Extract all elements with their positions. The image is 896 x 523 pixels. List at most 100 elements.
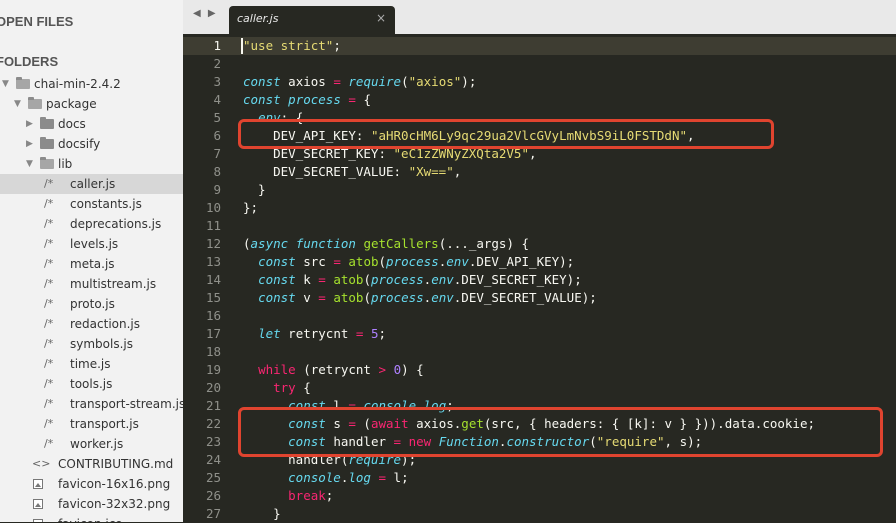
sidebar-item[interactable]: /* levels.js <box>0 234 183 254</box>
chevron-right-icon[interactable]: ▶ <box>26 114 33 134</box>
sidebar-item[interactable]: /* multistream.js <box>0 274 183 294</box>
js-file-icon: /* <box>44 297 54 310</box>
line-number: 22 <box>205 416 221 431</box>
line-number: 7 <box>213 146 221 161</box>
code-line[interactable]: "use strict"; <box>243 37 341 55</box>
tab-nav-arrows-icon[interactable]: ◀ ▶ <box>193 8 218 19</box>
sidebar-item[interactable]: ▼ package <box>0 94 183 114</box>
line-number: 12 <box>205 236 221 251</box>
code-line[interactable]: const axios = require("axios"); <box>243 73 476 91</box>
code-line[interactable]: } <box>243 181 266 199</box>
sidebar-item[interactable]: ▼ lib <box>0 154 183 174</box>
line-number: 18 <box>205 344 221 359</box>
sidebar-item[interactable]: /* proto.js <box>0 294 183 314</box>
line-number: 21 <box>205 398 221 413</box>
sidebar-item[interactable]: /* caller.js <box>0 174 183 194</box>
line-number: 25 <box>205 470 221 485</box>
sidebar-item-label: transport-stream.js <box>70 397 183 411</box>
line-number: 16 <box>205 308 221 323</box>
code-line[interactable]: console.log = l; <box>243 469 408 487</box>
sidebar-item[interactable]: /* time.js <box>0 354 183 374</box>
sidebar-item[interactable]: /* deprecations.js <box>0 214 183 234</box>
sidebar-item[interactable]: /* symbols.js <box>0 334 183 354</box>
chevron-down-icon[interactable]: ▼ <box>14 94 21 114</box>
code-line[interactable]: try { <box>243 379 311 397</box>
line-number: 20 <box>205 380 221 395</box>
chevron-right-icon[interactable]: ▶ <box>26 134 33 154</box>
code-line[interactable]: let retrycnt = 5; <box>243 325 386 343</box>
code-line[interactable]: break; <box>243 487 333 505</box>
highlight-box-payload <box>238 407 883 457</box>
code-line[interactable]: const v = atob(process.env.DEV_SECRET_VA… <box>243 289 597 307</box>
folder-icon <box>16 77 30 89</box>
line-number: 6 <box>213 128 221 143</box>
sidebar-item-label: caller.js <box>70 177 116 191</box>
sidebar-item[interactable]: /* transport.js <box>0 414 183 434</box>
sidebar-item[interactable]: <> CONTRIBUTING.md <box>0 454 183 474</box>
sidebar-item[interactable]: /* worker.js <box>0 434 183 454</box>
line-number: 11 <box>205 218 221 233</box>
line-number: 23 <box>205 434 221 449</box>
sidebar-item[interactable]: /* transport-stream.js <box>0 394 183 414</box>
sidebar-item[interactable]: /* redaction.js <box>0 314 183 334</box>
code-line[interactable]: while (retrycnt > 0) { <box>243 361 424 379</box>
sidebar-item-label: docsify <box>58 137 101 151</box>
sidebar-item[interactable]: favicon-16x16.png <box>0 474 183 494</box>
js-file-icon: /* <box>44 237 54 250</box>
tab-title: caller.js <box>237 12 279 25</box>
open-files-header: OPEN FILES <box>0 14 74 29</box>
sidebar-item-label: worker.js <box>70 437 124 451</box>
sidebar-item-label: package <box>46 97 97 111</box>
folder-icon <box>40 117 54 129</box>
code-line[interactable]: } <box>243 505 281 523</box>
line-number: 1 <box>213 38 221 53</box>
line-number: 24 <box>205 452 221 467</box>
js-file-icon: /* <box>44 317 54 330</box>
chevron-down-icon[interactable]: ▼ <box>2 74 9 94</box>
folder-icon <box>28 97 42 109</box>
sidebar-item[interactable]: /* tools.js <box>0 374 183 394</box>
code-editor[interactable]: 1 2 3 4 5 6 7 8 9 10 11 12 13 14 15 16 17 18 19 20 21 22 23 24 2… <box>183 34 896 522</box>
js-file-icon: /* <box>44 337 54 350</box>
text-cursor <box>241 38 243 54</box>
code-line[interactable]: }; <box>243 199 258 217</box>
js-file-icon: /* <box>44 397 54 410</box>
folder-icon <box>40 157 54 169</box>
sidebar-item[interactable]: favicon.ico <box>0 514 183 522</box>
sidebar-item[interactable]: ▶ docs <box>0 114 183 134</box>
code-line[interactable]: (async function getCallers(..._args) { <box>243 235 529 253</box>
line-number: 14 <box>205 272 221 287</box>
sidebar-item[interactable]: ▼ chai-min-2.4.2 <box>0 74 183 94</box>
sidebar-item-label: multistream.js <box>70 277 157 291</box>
sidebar-item-label: lib <box>58 157 73 171</box>
line-number: 9 <box>213 182 221 197</box>
sidebar-item[interactable]: ▶ docsify <box>0 134 183 154</box>
line-number: 2 <box>213 56 221 71</box>
sidebar: OPEN FILES FOLDERS ▼ chai-min-2.4.2 ▼ packa… <box>0 0 183 522</box>
line-number: 15 <box>205 290 221 305</box>
tab-caller-js[interactable]: caller.js × <box>229 6 395 34</box>
sidebar-item-label: transport.js <box>70 417 139 431</box>
js-file-icon: /* <box>44 437 54 450</box>
sidebar-item-label: tools.js <box>70 377 113 391</box>
sidebar-item[interactable]: favicon-32x32.png <box>0 494 183 514</box>
code-line[interactable]: const src = atob(process.env.DEV_API_KEY… <box>243 253 574 271</box>
sidebar-item-label: redaction.js <box>70 317 141 331</box>
markup-file-icon: <> <box>32 457 51 470</box>
sidebar-item-label: symbols.js <box>70 337 133 351</box>
sidebar-item-label: deprecations.js <box>70 217 162 231</box>
code-line[interactable]: const process = { <box>243 91 371 109</box>
js-file-icon: /* <box>44 217 54 230</box>
sidebar-item-label: constants.js <box>70 197 142 211</box>
line-number-gutter: 1 2 3 4 5 6 7 8 9 10 11 12 13 14 15 16 17 18 19 20 21 22 23 24 2… <box>183 34 235 522</box>
code-line[interactable]: DEV_SECRET_VALUE: "Xw==", <box>243 163 461 181</box>
line-number: 3 <box>213 74 221 89</box>
close-icon[interactable]: × <box>376 11 386 25</box>
image-file-icon <box>33 479 43 489</box>
sidebar-item[interactable]: /* constants.js <box>0 194 183 214</box>
tab-bar: ◀ ▶ caller.js × <box>183 0 896 34</box>
chevron-down-icon[interactable]: ▼ <box>26 154 33 174</box>
line-number: 8 <box>213 164 221 179</box>
code-line[interactable]: const k = atob(process.env.DEV_SECRET_KE… <box>243 271 582 289</box>
sidebar-item[interactable]: /* meta.js <box>0 254 183 274</box>
